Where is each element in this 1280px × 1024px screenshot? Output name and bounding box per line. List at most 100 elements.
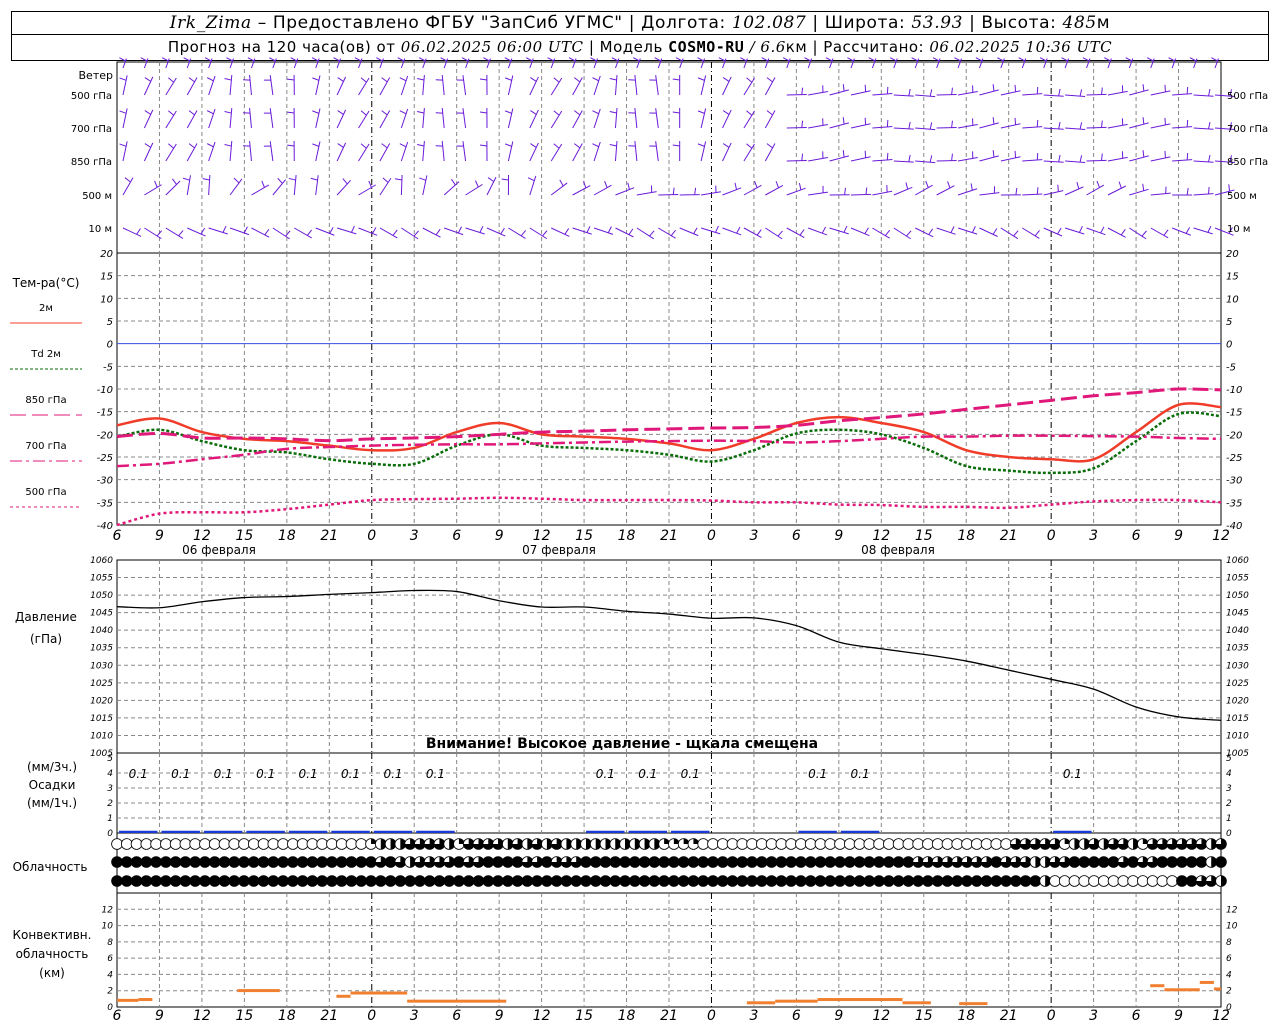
prec-tick-right: 1 — [1226, 814, 1232, 824]
cloud-symbol — [765, 856, 778, 868]
cloud-symbol — [111, 856, 123, 868]
time-tick-label-temp: 3 — [749, 528, 758, 544]
wind-barb-feather — [553, 143, 560, 149]
precip-bar — [416, 830, 455, 833]
wind-barb — [379, 177, 392, 196]
cloud-symbol — [345, 838, 358, 850]
wind-barb — [957, 90, 978, 96]
cloud-symbol — [179, 875, 192, 887]
cloud-symbol — [941, 838, 954, 850]
wind-barb-feather — [740, 57, 747, 62]
cloud-symbol — [296, 875, 309, 887]
cloud-symbol — [843, 875, 856, 887]
cloud-symbol — [912, 875, 924, 887]
cloud-symbol — [179, 838, 192, 850]
cloud-symbol — [619, 856, 631, 868]
wind-barb-feather — [226, 57, 233, 62]
wind-barb-feather — [419, 177, 427, 181]
cloud-symbol — [306, 875, 319, 887]
time-tick-label-temp: 9 — [495, 528, 504, 544]
wind-barb — [1086, 184, 1105, 196]
wind-barb-feather — [746, 143, 753, 149]
wind-barb-feather — [451, 178, 456, 186]
wind-barb — [722, 187, 742, 196]
cloud-symbol — [589, 875, 602, 887]
precip-value-label: 0.1 — [1063, 767, 1082, 781]
precip-value-label: 0.1 — [129, 767, 148, 781]
wind-barb-feather — [553, 77, 560, 83]
cloud-symbol — [374, 875, 387, 887]
precip-value-label: 0.1 — [171, 767, 190, 781]
cloud-symbol — [726, 875, 739, 887]
cloud-symbol — [795, 838, 807, 850]
wind-barb — [808, 157, 828, 162]
precip-bar — [586, 830, 625, 833]
wind-barb — [1193, 127, 1214, 130]
temp-legend-label: Td 2м — [30, 349, 61, 360]
cloud-symbol — [326, 856, 338, 868]
cloud-symbol — [902, 875, 915, 887]
prec-tick-right: 2 — [1226, 799, 1232, 809]
cloud-symbol — [1176, 875, 1188, 887]
wind-barb — [936, 159, 957, 162]
conv-tick-left: 12 — [102, 905, 114, 915]
wind-barb — [1193, 193, 1214, 196]
temp-tick-right: -25 — [1226, 453, 1242, 464]
cloud-symbol — [629, 856, 641, 868]
wind-barb-feather — [932, 57, 940, 62]
wind-barb-feather — [1211, 57, 1218, 62]
cloud-symbol — [687, 875, 700, 887]
cloud-symbol — [775, 875, 788, 887]
cloud-symbol — [912, 838, 924, 850]
wind-barb-feather — [351, 225, 355, 233]
cloud-symbol — [834, 856, 846, 868]
wind-barb-feather — [1186, 86, 1189, 95]
pres-tick-left: 1020 — [90, 696, 113, 706]
wind-barb-feather — [746, 77, 753, 83]
wind-barb-feather — [204, 57, 212, 62]
wind-barb — [208, 175, 211, 196]
temp-legend-label: 850 гПа — [25, 395, 66, 406]
cloud-symbol — [326, 875, 338, 887]
cloud-symbol — [707, 875, 719, 887]
temp-tick-left: -5 — [103, 362, 113, 373]
time-tick-label-conv: 6 — [452, 1008, 461, 1024]
pres-title: Давление — [15, 610, 77, 624]
wind-barb-feather — [756, 229, 762, 236]
wind-barb — [507, 108, 514, 129]
cloud-symbol — [1000, 838, 1012, 850]
wind-barb-feather — [929, 89, 933, 97]
wind-barb-feather — [825, 57, 833, 62]
wind-barb — [186, 175, 191, 196]
cloud-symbol — [267, 856, 280, 868]
cloud-symbol — [883, 875, 895, 887]
cloud-symbol — [511, 856, 524, 868]
wind-barb-feather — [290, 57, 298, 62]
wind-barb — [615, 187, 635, 196]
cloud-symbol — [580, 856, 592, 868]
cloud-symbol — [746, 838, 758, 850]
wind-barb-feather — [592, 143, 599, 148]
cloud-symbol — [931, 838, 944, 850]
time-tick-label-temp: 6 — [1132, 528, 1141, 544]
time-tick-label-temp: 21 — [660, 528, 678, 544]
wind-barb-feather — [457, 226, 463, 234]
wind-barb-feather — [542, 230, 548, 237]
wind-barb-feather — [1208, 88, 1211, 97]
wind-barb — [422, 108, 425, 129]
wind-barb — [269, 108, 274, 129]
cloud-symbol — [843, 838, 856, 850]
cloud-symbol — [521, 875, 534, 887]
wind-level-label: 850 гПа — [71, 157, 112, 168]
wind-barb-feather — [574, 77, 581, 83]
wind-barb-feather — [1189, 57, 1197, 62]
convective-bar — [1150, 984, 1165, 988]
cloud-symbol — [961, 875, 973, 887]
wind-barb — [850, 193, 872, 196]
wind-barb-feather — [1079, 155, 1083, 163]
cloud-symbol — [658, 875, 670, 887]
wind-barb — [893, 94, 914, 97]
wind-barb — [872, 93, 893, 96]
wind-barb — [1150, 156, 1171, 162]
wind-barb-feather — [722, 77, 730, 82]
